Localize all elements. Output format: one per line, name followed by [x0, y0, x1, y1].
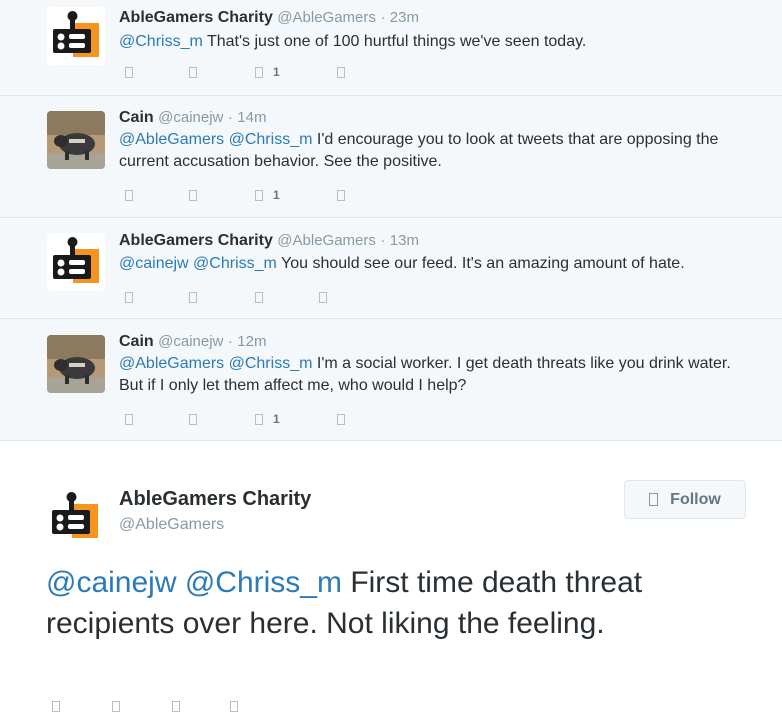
retweet-icon — [189, 66, 197, 78]
retweet-button[interactable] — [189, 188, 197, 202]
reply-icon — [52, 700, 60, 712]
reply-button[interactable] — [52, 699, 60, 713]
favorite-button[interactable]: 1 — [255, 65, 280, 79]
main-author-handle[interactable]: @AbleGamers — [119, 516, 224, 534]
timestamp[interactable]: 12m — [237, 333, 266, 350]
retweet-icon — [189, 413, 197, 425]
author-handle[interactable]: @AbleGamers — [277, 232, 376, 249]
more-button[interactable] — [337, 65, 345, 79]
tweet-header: Cain @cainejw · 12m — [119, 333, 266, 351]
more-icon — [230, 700, 238, 712]
more-icon — [337, 413, 345, 425]
reply-button[interactable] — [125, 65, 133, 79]
timestamp[interactable]: 13m — [390, 232, 419, 249]
reply-button[interactable] — [125, 290, 133, 304]
favorite-icon — [172, 700, 180, 712]
main-avatar[interactable] — [46, 488, 104, 546]
mention-link[interactable]: @AbleGamers @Chriss_m — [119, 355, 312, 372]
tweet-header: AbleGamers Charity @AbleGamers · 23m — [119, 9, 419, 27]
reply-tweet[interactable]: Cain @cainejw · 14m @AbleGamers @Chriss_… — [0, 96, 782, 218]
favorite-count: 1 — [273, 65, 280, 79]
author-handle[interactable]: @cainejw — [158, 109, 223, 126]
mention-link[interactable]: @AbleGamers @Chriss_m — [119, 131, 312, 148]
author-name[interactable]: Cain — [119, 109, 154, 126]
reply-tweet[interactable]: AbleGamers Charity @AbleGamers · 13m @ca… — [0, 218, 782, 319]
favorite-count: 1 — [273, 412, 280, 426]
retweet-button[interactable] — [189, 412, 197, 426]
main-tweet-text: @cainejw @Chriss_m First time death thre… — [46, 562, 746, 644]
retweet-button[interactable] — [189, 290, 197, 304]
more-icon — [337, 66, 345, 78]
tweet-body: That's just one of 100 hurtful things we… — [202, 33, 587, 50]
author-handle[interactable]: @cainejw — [158, 333, 223, 350]
mention-link[interactable]: @cainejw @Chriss_m — [119, 255, 277, 272]
reply-icon — [125, 413, 133, 425]
favorite-icon — [255, 413, 263, 425]
retweet-button[interactable] — [112, 699, 120, 713]
author-name[interactable]: AbleGamers Charity — [119, 232, 273, 249]
favorite-button[interactable] — [255, 290, 263, 304]
separator: · — [227, 109, 233, 126]
retweet-icon — [112, 700, 120, 712]
timestamp[interactable]: 14m — [237, 109, 266, 126]
reply-button[interactable] — [125, 412, 133, 426]
reply-button[interactable] — [125, 188, 133, 202]
favorite-icon — [255, 66, 263, 78]
avatar[interactable] — [47, 233, 105, 291]
retweet-icon — [189, 291, 197, 303]
favorite-button[interactable]: 1 — [255, 188, 280, 202]
ablegamers-logo-icon — [47, 233, 105, 291]
favorite-count: 1 — [273, 188, 280, 202]
author-handle[interactable]: @AbleGamers — [277, 9, 376, 26]
separator: · — [380, 9, 386, 26]
more-button[interactable] — [230, 699, 238, 713]
conversation-thread: AbleGamers Charity @AbleGamers · 23m @Ch… — [0, 0, 782, 441]
mention-link[interactable]: @Chriss_m — [119, 33, 203, 50]
pig-photo-icon — [47, 111, 105, 169]
tweet-text: @cainejw @Chriss_m You should see our fe… — [119, 253, 759, 275]
separator: · — [227, 333, 233, 350]
reply-icon — [125, 66, 133, 78]
ablegamers-logo-icon — [46, 488, 104, 546]
more-icon — [319, 291, 327, 303]
tweet-text: @Chriss_m That's just one of 100 hurtful… — [119, 31, 759, 53]
timestamp[interactable]: 23m — [390, 9, 419, 26]
ablegamers-logo-icon — [47, 7, 105, 65]
separator: · — [380, 232, 386, 249]
retweet-icon — [189, 189, 197, 201]
retweet-button[interactable] — [189, 65, 197, 79]
tweet-text: @AbleGamers @Chriss_m I'd encourage you … — [119, 129, 759, 173]
follow-icon — [649, 493, 659, 506]
author-name[interactable]: Cain — [119, 333, 154, 350]
avatar[interactable] — [47, 335, 105, 393]
favorite-icon — [255, 189, 263, 201]
pig-photo-icon — [47, 335, 105, 393]
mention-link[interactable]: @cainejw @Chriss_m — [46, 566, 342, 599]
follow-button[interactable]: Follow — [624, 480, 746, 519]
more-button[interactable] — [337, 188, 345, 202]
reply-icon — [125, 291, 133, 303]
tweet-header: Cain @cainejw · 14m — [119, 109, 266, 127]
more-button[interactable] — [319, 290, 327, 304]
favorite-icon — [255, 291, 263, 303]
favorite-button[interactable] — [172, 699, 180, 713]
more-button[interactable] — [337, 412, 345, 426]
tweet-header: AbleGamers Charity @AbleGamers · 13m — [119, 232, 419, 250]
avatar[interactable] — [47, 7, 105, 65]
more-icon — [337, 189, 345, 201]
tweet-text: @AbleGamers @Chriss_m I'm a social worke… — [119, 353, 759, 397]
tweet-body: You should see our feed. It's an amazing… — [276, 255, 685, 272]
favorite-button[interactable]: 1 — [255, 412, 280, 426]
avatar[interactable] — [47, 111, 105, 169]
reply-tweet[interactable]: Cain @cainejw · 12m @AbleGamers @Chriss_… — [0, 319, 782, 441]
author-name[interactable]: AbleGamers Charity — [119, 9, 273, 26]
main-author-name[interactable]: AbleGamers Charity — [119, 488, 311, 511]
reply-tweet[interactable]: AbleGamers Charity @AbleGamers · 23m @Ch… — [0, 0, 782, 96]
follow-label: Follow — [670, 490, 721, 508]
reply-icon — [125, 189, 133, 201]
